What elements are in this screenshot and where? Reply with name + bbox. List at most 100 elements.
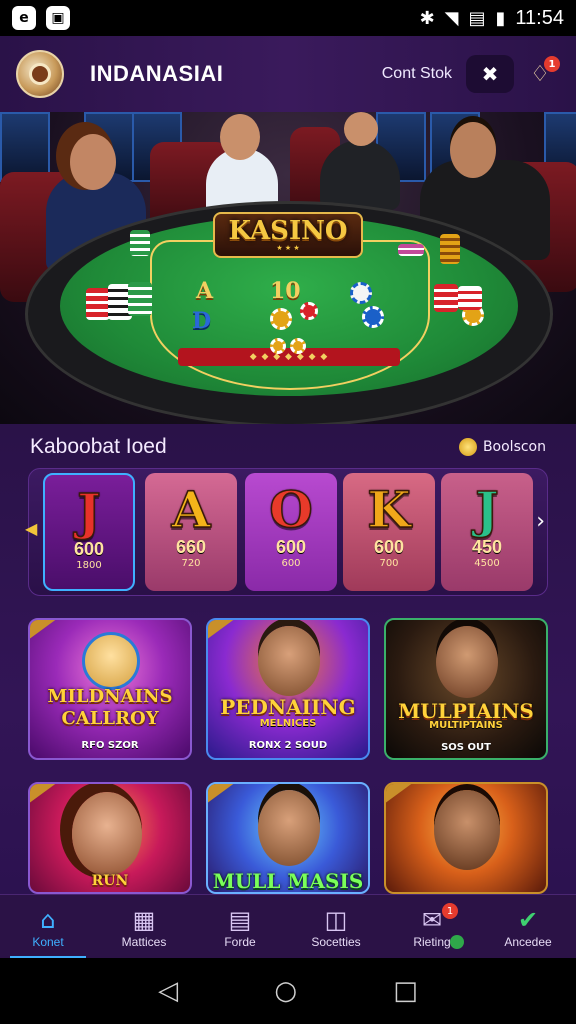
section-title: Kaboobat Ioed — [30, 435, 167, 458]
online-dot — [450, 935, 464, 949]
battery-icon: ▮ — [495, 7, 506, 29]
app-e-icon: e — [12, 6, 36, 30]
mail-icon: ✉ — [421, 905, 443, 934]
card-letter: A — [171, 480, 211, 539]
app-gallery-icon: ▣ — [46, 6, 70, 30]
game-title: MULL MASIS — [212, 869, 364, 893]
section-header: Kaboobat Ioed Boolscon — [30, 432, 546, 462]
header-link[interactable]: Cont Stok — [382, 65, 452, 83]
notification-button[interactable]: ♢ 1 — [520, 54, 560, 94]
chip-image — [300, 302, 318, 320]
nav-label: Rieting — [413, 934, 451, 949]
section-link[interactable]: Boolscon — [458, 438, 546, 456]
app-title: INDANASIAI — [90, 61, 224, 86]
nav-label: Forde — [224, 934, 256, 949]
nav-item-forde[interactable]: ▤ Forde — [192, 895, 288, 958]
nav-badge: 1 — [442, 903, 458, 919]
card-item[interactable]: K 600 700 — [343, 473, 435, 591]
chip-stack — [128, 282, 152, 316]
game-tile[interactable] — [384, 782, 548, 894]
nav-item-ancedee[interactable]: ✔ Ancedee — [480, 895, 576, 958]
nav-label: Konet — [32, 934, 64, 949]
nav-item-rieting[interactable]: ✉ 1 Rieting — [384, 895, 480, 958]
chip-stack — [434, 284, 458, 312]
coin-icon — [458, 438, 477, 456]
card-carousel[interactable]: ◀ J 600 1800 A 660 720 O 600 600 K 600 7… — [25, 468, 548, 596]
chip-stack — [398, 244, 424, 256]
game-subtitle-2: MELNICES — [259, 718, 317, 729]
card-sub-value: 4500 — [474, 558, 500, 569]
carousel-left-arrow-icon[interactable]: ◀ — [25, 519, 37, 538]
home-circle-icon[interactable]: ○ — [274, 976, 297, 1006]
player-head — [450, 122, 496, 178]
home-icon: ⌂ — [40, 905, 56, 934]
chip-stack — [440, 234, 460, 264]
card-letter: J — [76, 482, 101, 541]
card-sub-value: 600 — [281, 558, 301, 569]
card-value: 450 — [471, 537, 503, 557]
card-sub-value: 1800 — [76, 560, 102, 571]
signal-icon: ▤ — [468, 7, 486, 29]
game-subtitle: RFO SZOR — [81, 740, 139, 751]
chip-image — [350, 282, 372, 304]
carousel-right-arrow-icon[interactable]: › — [536, 509, 545, 534]
game-character-image — [434, 790, 500, 870]
nav-label: Socetties — [311, 934, 361, 949]
status-time: 11:54 — [515, 6, 564, 29]
card-item[interactable]: O 600 600 — [245, 473, 337, 591]
card-value: 600 — [73, 539, 105, 559]
bottom-nav: ⌂ Konet ▦ Mattices ▤ Forde ◫ Socetties ✉… — [0, 894, 576, 958]
game-tile[interactable]: PEDNAIING MELNICES RONX 2 SOUD — [206, 618, 370, 760]
chip-stack — [130, 230, 150, 256]
card-sub-value: 720 — [181, 558, 201, 569]
chip-image — [290, 338, 306, 354]
game-tile[interactable]: MILDNAINS CALLROY RFO SZOR — [28, 618, 192, 760]
card-item[interactable]: J 600 1800 — [43, 473, 135, 591]
nav-item-mattices[interactable]: ▦ Mattices — [96, 895, 192, 958]
card-item[interactable]: A 660 720 — [145, 473, 237, 591]
x-icon: ✖ — [481, 62, 499, 86]
player-head — [344, 112, 378, 146]
header-action-button[interactable]: ✖ — [466, 55, 514, 93]
game-character-image — [72, 792, 142, 876]
nav-item-socetties[interactable]: ◫ Socetties — [288, 895, 384, 958]
chip-stack — [86, 288, 110, 320]
game-tile[interactable]: RUN — [28, 782, 192, 894]
game-tile[interactable]: MULL MASIS — [206, 782, 370, 894]
game-character-image — [258, 626, 320, 696]
system-nav-bar: ◁ ○ □ — [0, 958, 576, 1024]
card-item[interactable]: J 450 4500 — [441, 473, 533, 591]
game-character-image — [258, 790, 320, 866]
document-icon: ▤ — [228, 905, 252, 934]
game-subtitle: RONX 2 SOUD — [248, 740, 328, 751]
notification-badge: 1 — [544, 56, 560, 72]
nav-label: Mattices — [121, 934, 167, 949]
game-character-image — [436, 626, 498, 698]
app-logo[interactable] — [16, 50, 64, 98]
player-head — [220, 114, 260, 160]
player-image — [320, 140, 400, 210]
game-title: MILDNAINS CALLROY — [47, 686, 173, 729]
game-subtitle: SOS OUT — [441, 742, 491, 753]
back-icon[interactable]: ◁ — [158, 976, 178, 1006]
nav-item-home[interactable]: ⌂ Konet — [0, 895, 96, 958]
chip-stack — [458, 286, 482, 310]
table-strip: ◆ ◆ ◆ ◆ ◆ ◆ ◆ — [178, 348, 400, 366]
game-tile[interactable]: MULPIAINS MULTIPTAINS SOS OUT — [384, 618, 548, 760]
chart-icon: ◫ — [324, 905, 348, 934]
chip-image — [270, 338, 286, 354]
user-check-icon: ✔ — [517, 905, 539, 934]
game-title: MULPIAINS — [398, 699, 534, 723]
card-letter: J — [474, 480, 499, 539]
chip-image — [362, 306, 384, 328]
card-letter: K — [367, 480, 412, 539]
card-value: 660 — [175, 537, 207, 557]
card-sub-value: 700 — [379, 558, 399, 569]
game-subtitle-2: MULTIPTAINS — [429, 720, 503, 731]
status-bar: e ▣ ✱ ◥ ▤ ▮ 11:54 — [0, 0, 576, 36]
game-title: RUN — [91, 873, 129, 889]
recents-icon[interactable]: □ — [393, 976, 418, 1006]
felt-label-a: A — [196, 278, 214, 304]
hero-banner[interactable]: KASINO ★ ★ ★ A 10 D ◆ ◆ ◆ ◆ ◆ ◆ ◆ — [0, 112, 576, 424]
section-link-label: Boolscon — [482, 439, 546, 455]
